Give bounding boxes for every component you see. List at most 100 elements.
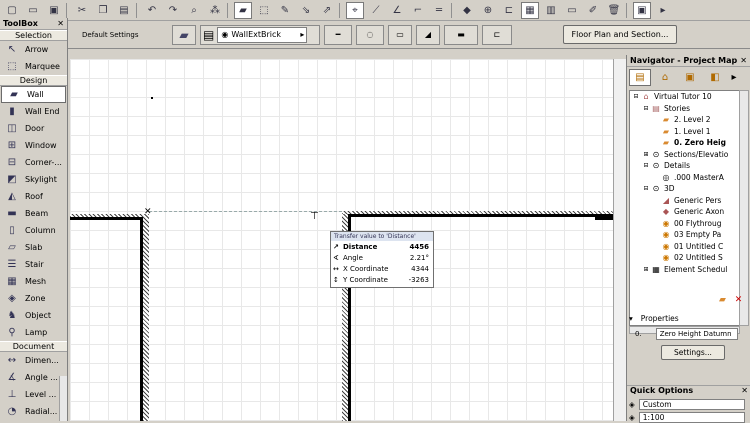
pen-color-icon[interactable]: ✐ <box>584 2 602 19</box>
view-window-icon[interactable]: ▣ <box>633 1 651 19</box>
find-icon[interactable]: ⌕ <box>185 2 203 19</box>
trash-icon[interactable]: 🗑 <box>605 2 623 19</box>
tree-node[interactable]: ⊞ ⊙ Sections/Elevatio <box>630 149 739 161</box>
tool-zone[interactable]: ◈ Zone <box>0 290 67 307</box>
expand-icon[interactable]: ▸ <box>654 2 672 19</box>
delete-icon[interactable]: ✕ <box>732 293 745 306</box>
tool-skylight[interactable]: ◩ Skylight <box>0 171 67 188</box>
magic-wand-icon[interactable]: ⁂ <box>206 2 224 19</box>
collapse-icon[interactable]: ⊟ <box>642 105 650 112</box>
tree-node[interactable]: ◉ 03 Empty Pa <box>630 229 739 241</box>
tab-scroll-right[interactable]: ▸ <box>729 69 739 86</box>
toolbox-scrollbar[interactable] <box>59 376 67 421</box>
ruler-icon[interactable]: ▭ <box>563 2 581 19</box>
tool-marquee[interactable]: ⬚ Marquee <box>0 58 67 75</box>
tree-node[interactable]: ◉ 00 Flythroug <box>630 218 739 230</box>
tool-roof[interactable]: ◭ Roof <box>0 188 67 205</box>
pick-up-icon[interactable]: ⇘ <box>297 2 315 19</box>
redo-icon[interactable]: ↷ <box>164 2 182 19</box>
close-icon[interactable]: ✕ <box>740 56 747 65</box>
pen-icon[interactable]: ✎ <box>276 2 294 19</box>
floor-plan-section-button[interactable]: Floor Plan and Section... <box>563 25 677 44</box>
tracker-row-angle[interactable]: ∢ Angle 2.21° <box>331 252 433 263</box>
tree-node[interactable]: ⊟ ▤ Stories <box>630 103 739 115</box>
close-icon[interactable]: ✕ <box>57 19 64 28</box>
tracker-row-y[interactable]: ↕ Y Coordinate -3263 <box>331 274 433 285</box>
bracket-icon[interactable]: ⊏ <box>500 2 518 19</box>
properties-header[interactable]: ▾ Properties <box>629 313 749 324</box>
tree-node[interactable]: ▰ 1. Level 1 <box>630 126 739 138</box>
tool-wall-end[interactable]: ▮ Wall End <box>0 103 67 120</box>
tree-node[interactable]: ◎ .000 MasterA <box>630 172 739 184</box>
guide-icon[interactable]: ⟋ <box>367 2 385 19</box>
tree-node[interactable]: ⊟ ⊙ Details <box>630 160 739 172</box>
tool-dimension[interactable]: ↔ Dimen... <box>0 352 67 369</box>
stack-icon[interactable]: ▰ <box>234 1 252 19</box>
tab-publisher[interactable]: ◧ <box>704 69 726 86</box>
tree-node[interactable]: ⊟ ⌂ Virtual Tutor 10 <box>630 91 739 103</box>
properties-name-field[interactable]: Zero Height Datumn <box>655 328 738 340</box>
hotspot-icon[interactable]: ⊕ <box>479 2 497 19</box>
new-file-icon[interactable]: ▢ <box>3 2 21 19</box>
inject-icon[interactable]: ⇗ <box>318 2 336 19</box>
tool-slab[interactable]: ▱ Slab <box>0 239 67 256</box>
open-file-icon[interactable]: ▭ <box>24 2 42 19</box>
layer-icon[interactable]: ◆ <box>458 2 476 19</box>
slant-button[interactable]: ◢ <box>416 24 440 45</box>
undo-icon[interactable]: ↶ <box>143 2 161 19</box>
tool-window[interactable]: ⊞ Window <box>0 137 67 154</box>
tracker-row-x[interactable]: ↔ X Coordinate 4344 <box>331 263 433 274</box>
collapse-icon[interactable]: ⊟ <box>642 185 650 192</box>
tab-layout-book[interactable]: ▣ <box>679 69 701 86</box>
tool-mesh[interactable]: ▦ Mesh <box>0 273 67 290</box>
line-type-button[interactable]: ━ <box>324 24 352 45</box>
paste-icon[interactable]: ▤ <box>115 2 133 19</box>
wall-right-left[interactable] <box>143 214 149 421</box>
tool-beam[interactable]: ▬ Beam <box>0 205 67 222</box>
collapse-icon[interactable]: ⊟ <box>632 93 640 100</box>
wall-type-dropdown[interactable]: ◉ WallExtBrick ▸ <box>217 26 308 43</box>
angle-snap-icon[interactable]: ∠ <box>388 2 406 19</box>
tool-level-dimension[interactable]: ⊥ Level ... <box>0 386 67 403</box>
tree-vertical-scrollbar[interactable] <box>739 90 749 326</box>
close-icon[interactable]: ✕ <box>741 386 748 396</box>
selection-icon[interactable]: ⬚ <box>255 2 273 19</box>
tree-node[interactable]: ◉ 01 Untitled C <box>630 241 739 253</box>
copy-icon[interactable]: ❐ <box>94 2 112 19</box>
tool-angle-dimension[interactable]: ∡ Angle ... <box>0 369 67 386</box>
tool-arrow[interactable]: ↖ Arrow <box>0 41 67 58</box>
tree-node[interactable]: ◉ 02 Untitled S <box>630 252 739 264</box>
table-icon[interactable]: ▥ <box>542 2 560 19</box>
tree-node[interactable]: ◢ Generic Pers <box>630 195 739 207</box>
cut-icon[interactable]: ✂ <box>73 2 91 19</box>
settings-button[interactable]: Settings... <box>661 345 725 360</box>
tool-radial-dimension[interactable]: ◔ Radial... <box>0 403 67 420</box>
tool-lamp[interactable]: ⚲ Lamp <box>0 324 67 341</box>
tool-wall[interactable]: ▰ Wall <box>1 86 66 103</box>
tool-stair[interactable]: ☰ Stair <box>0 256 67 273</box>
tab-project-map[interactable]: ▤ <box>629 68 651 86</box>
collapse-icon[interactable]: ⊟ <box>642 162 650 169</box>
wall-type-selector[interactable]: ▤ ◉ WallExtBrick ▸ <box>200 24 320 45</box>
wall-settings-button[interactable]: ▰ <box>172 24 196 45</box>
tree-node[interactable]: ◆ Generic Axon <box>630 206 739 218</box>
expand-icon[interactable]: ⊞ <box>642 266 650 273</box>
tree-node[interactable]: ⊞ ▦ Element Schedul <box>630 264 739 276</box>
tree-node[interactable]: ⊟ ⊙ 3D <box>630 183 739 195</box>
grid-icon[interactable]: ▦ <box>521 1 539 19</box>
save-icon[interactable]: ▣ <box>45 2 63 19</box>
tree-node-selected[interactable]: ▰ 0. Zero Heig <box>630 137 739 149</box>
project-tree[interactable]: ⊟ ⌂ Virtual Tutor 10 ⊟ ▤ Stories ▰ 2. Level 2… <box>629 90 740 326</box>
thickness-button[interactable]: ⊏ <box>482 24 512 45</box>
geometry-method-button[interactable]: ◌ <box>356 24 384 45</box>
parallel-icon[interactable]: ═ <box>430 2 448 19</box>
tool-column[interactable]: ▯ Column <box>0 222 67 239</box>
tool-object[interactable]: ♞ Object <box>0 307 67 324</box>
tool-corner-window[interactable]: ⊟ Corner-... <box>0 154 67 171</box>
new-folder-icon[interactable]: ▰ <box>716 293 729 306</box>
tracker-row-distance[interactable]: ↗ Distance 4456 <box>331 241 433 252</box>
reference-line-button[interactable]: ▭ <box>388 24 412 45</box>
layer-combination-select[interactable]: Custom <box>638 398 745 410</box>
height-button[interactable]: ▬ <box>444 24 478 45</box>
snap-icon[interactable]: ⌖ <box>346 1 364 19</box>
